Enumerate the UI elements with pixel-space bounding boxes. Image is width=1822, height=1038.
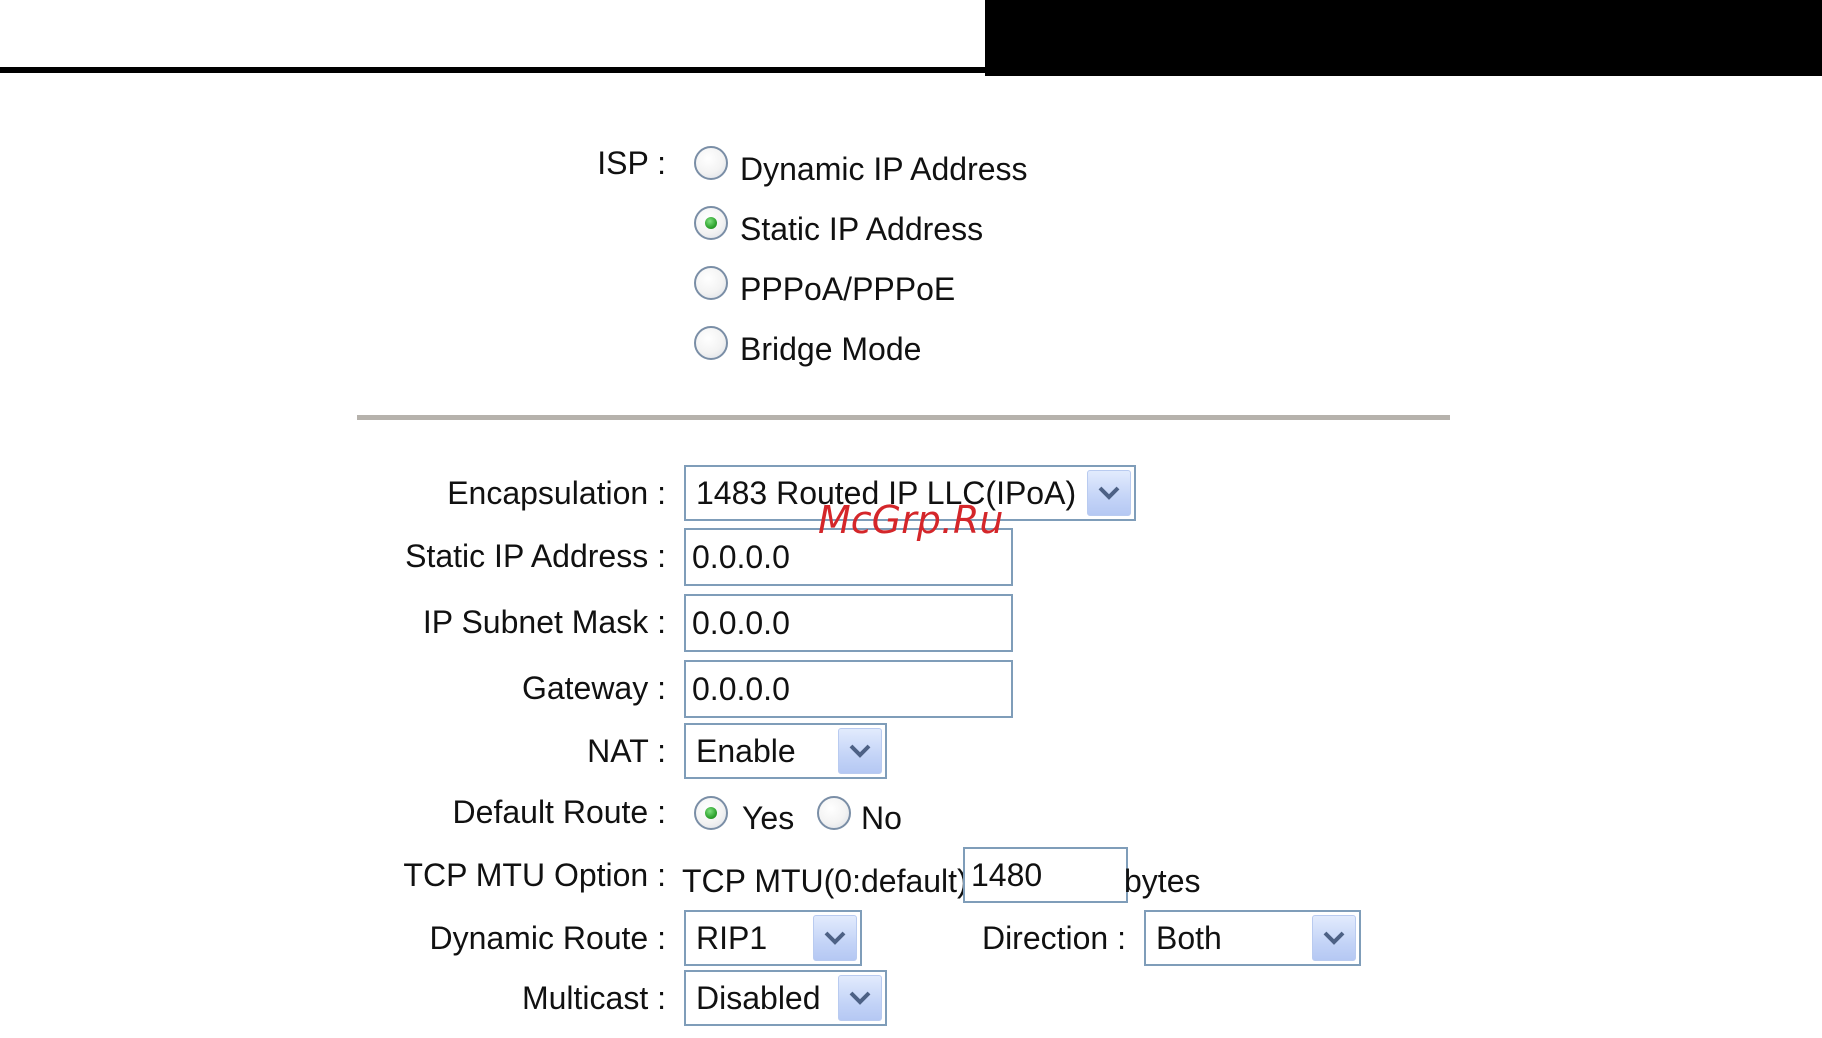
header-black-block <box>985 0 1822 76</box>
subnet-mask-label: IP Subnet Mask : <box>422 604 666 640</box>
tcp-mtu-prefix: TCP MTU(0:default) <box>682 863 968 899</box>
default-route-no-radio[interactable] <box>817 796 851 830</box>
chevron-down-icon[interactable] <box>838 975 882 1021</box>
isp-label: ISP : <box>597 145 666 181</box>
isp-bridge-mode-label: Bridge Mode <box>740 331 922 367</box>
watermark-text: McGrp.Ru <box>818 498 1004 542</box>
tcp-mtu-label: TCP MTU Option : <box>403 857 666 893</box>
default-route-label: Default Route : <box>452 794 666 830</box>
header-rule <box>0 67 990 73</box>
encapsulation-label: Encapsulation : <box>447 475 666 511</box>
radio-selected-dot <box>705 807 717 819</box>
chevron-down-icon[interactable] <box>1087 470 1131 516</box>
nat-select[interactable]: Enable <box>684 723 887 779</box>
isp-bridge-mode-radio[interactable] <box>694 326 728 360</box>
isp-static-ip-label: Static IP Address <box>740 211 984 247</box>
default-route-yes-label: Yes <box>742 800 795 836</box>
nat-label: NAT : <box>587 733 666 769</box>
chevron-down-icon[interactable] <box>1312 915 1356 961</box>
direction-value: Both <box>1156 920 1222 956</box>
tcp-mtu-input[interactable]: 1480 <box>963 847 1128 903</box>
multicast-label: Multicast : <box>521 980 666 1016</box>
static-ip-label: Static IP Address : <box>405 538 666 574</box>
multicast-value: Disabled <box>696 980 821 1016</box>
gateway-label: Gateway : <box>521 670 666 706</box>
gateway-input[interactable]: 0.0.0.0 <box>684 660 1013 718</box>
section-divider <box>357 415 1450 420</box>
nat-value: Enable <box>696 733 796 769</box>
subnet-mask-input[interactable]: 0.0.0.0 <box>684 594 1013 652</box>
dynamic-route-label: Dynamic Route : <box>429 920 666 956</box>
isp-dynamic-ip-label: Dynamic IP Address <box>740 151 1028 187</box>
isp-pppoa-pppoe-radio[interactable] <box>694 266 728 300</box>
default-route-yes-radio[interactable] <box>694 796 728 830</box>
dynamic-route-select[interactable]: RIP1 <box>684 910 862 966</box>
isp-pppoa-pppoe-label: PPPoA/PPPoE <box>740 271 956 307</box>
tcp-mtu-suffix: bytes <box>1124 863 1201 899</box>
direction-label: Direction : <box>981 920 1126 956</box>
chevron-down-icon[interactable] <box>838 728 882 774</box>
default-route-no-label: No <box>861 800 902 836</box>
isp-dynamic-ip-radio[interactable] <box>694 146 728 180</box>
radio-selected-dot <box>705 217 717 229</box>
isp-static-ip-radio[interactable] <box>694 206 728 240</box>
dynamic-route-value: RIP1 <box>696 920 768 956</box>
direction-select[interactable]: Both <box>1144 910 1361 966</box>
chevron-down-icon[interactable] <box>813 915 857 961</box>
multicast-select[interactable]: Disabled <box>684 970 887 1026</box>
